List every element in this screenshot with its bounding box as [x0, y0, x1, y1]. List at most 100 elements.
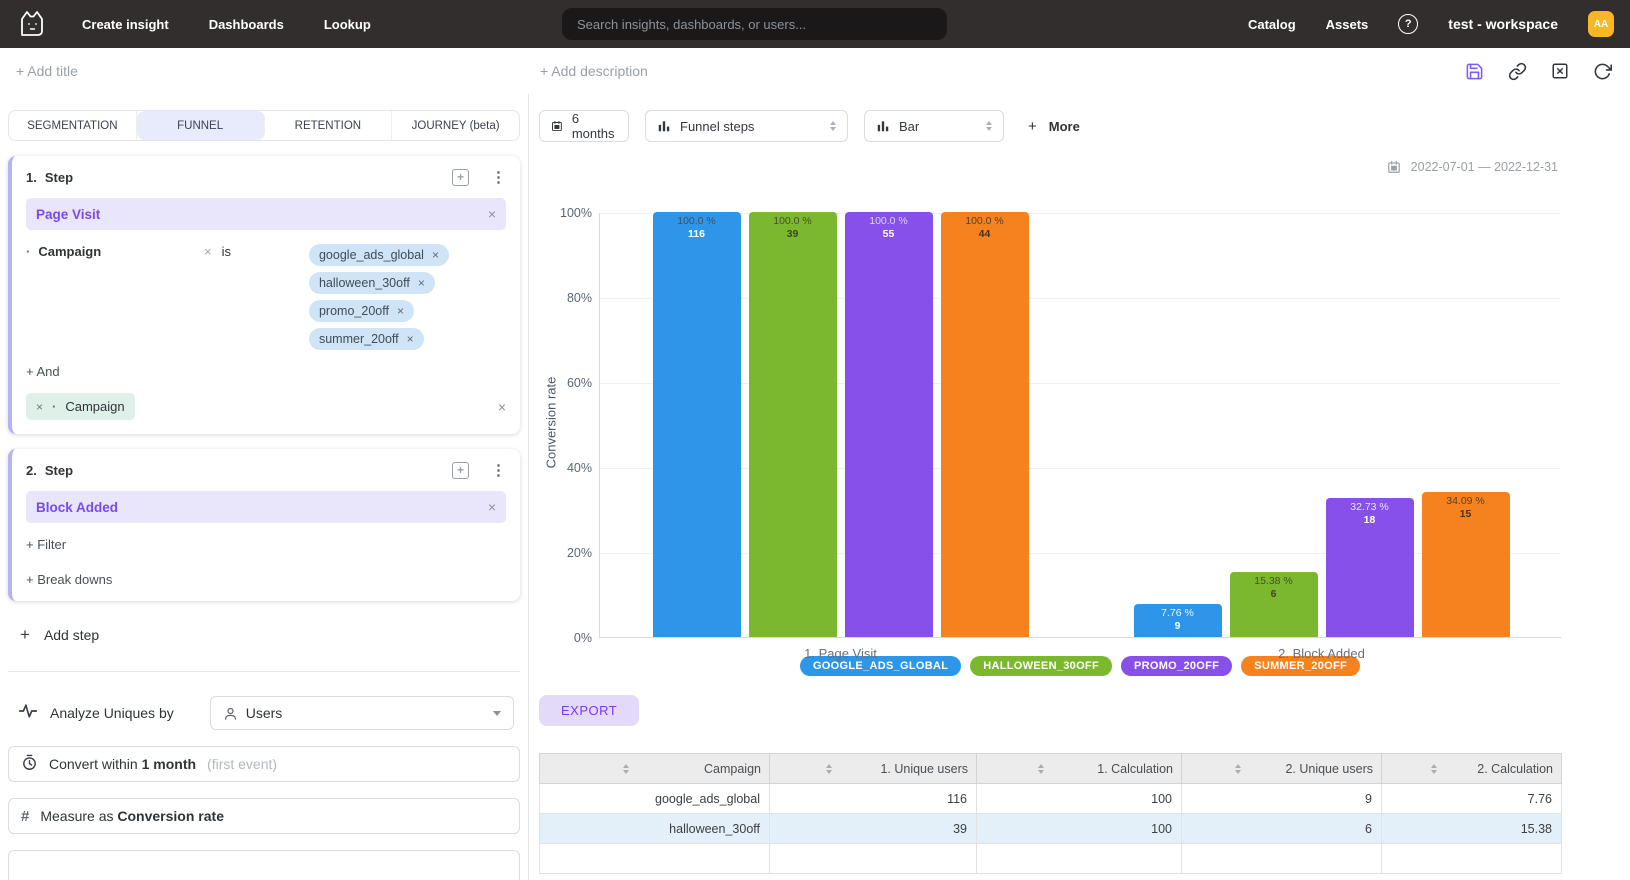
table-cell: 100 — [977, 814, 1182, 844]
bar-promo-20off-1-page-visit[interactable]: 100.0 %55 — [845, 212, 933, 637]
table-cell — [1382, 844, 1562, 874]
remove-chip-icon[interactable]: × — [407, 332, 414, 346]
add-filter-button[interactable]: + Filter — [26, 537, 506, 552]
analyze-by-dropdown[interactable]: Users — [210, 696, 514, 730]
add-step-button[interactable]: + Add step — [20, 625, 520, 645]
breakdown-chip-campaign[interactable]: × · Campaign — [26, 393, 135, 420]
sort-icon[interactable] — [1431, 764, 1437, 774]
column-header-2-calculation[interactable]: 2. Calculation — [1382, 754, 1562, 784]
filter-chip-google-ads-global[interactable]: google_ads_global× — [309, 244, 449, 266]
remove-chip-icon[interactable]: × — [418, 276, 425, 290]
refresh-icon[interactable] — [1593, 62, 1612, 81]
remove-event-icon[interactable]: × — [488, 206, 496, 222]
workspace-name[interactable]: test - workspace — [1448, 16, 1558, 32]
add-description-button[interactable]: + Add description — [540, 63, 648, 79]
column-header-1-unique-users[interactable]: 1. Unique users — [770, 754, 977, 784]
chart-main-area: 6 months Funnel steps Bar + More — [529, 94, 1630, 880]
top-navigation-bar: Create insight Dashboards Lookup Catalog… — [0, 0, 1630, 48]
add-breakdowns-button[interactable]: + Break downs — [26, 572, 506, 587]
plus-icon: + — [1028, 118, 1037, 135]
chip-label: summer_20off — [319, 332, 399, 346]
table-cell — [1182, 844, 1382, 874]
bar-google-ads-global-2-block-added[interactable]: 7.76 %9 — [1134, 604, 1222, 637]
measure-as-row[interactable]: # Measure as Conversion rate — [8, 798, 520, 834]
add-and-filter-button[interactable]: + And — [26, 364, 506, 379]
chart-type-select[interactable]: Bar — [864, 110, 1004, 142]
tab-segmentation[interactable]: SEGMENTATION — [9, 111, 137, 140]
table-cell: 100 — [977, 784, 1182, 814]
bar-group-2-block-added: 7.76 %915.38 %632.73 %1834.09 %15 — [1081, 212, 1562, 637]
table-row-google-ads-global[interactable]: google_ads_global11610097.76 — [540, 784, 1562, 814]
event-row-page-visit[interactable]: Page Visit × — [26, 198, 506, 230]
user-avatar[interactable]: AA — [1588, 11, 1614, 37]
nav-dashboards[interactable]: Dashboards — [209, 17, 284, 32]
more-options-button[interactable]: + More — [1028, 118, 1080, 135]
date-range-button[interactable]: 6 months — [539, 110, 629, 142]
column-header-campaign[interactable]: Campaign — [540, 754, 770, 784]
bar-halloween-30off-2-block-added[interactable]: 15.38 %6 — [1230, 572, 1318, 637]
convert-within-row[interactable]: Convert within 1 month (first event) — [8, 746, 520, 782]
add-event-icon[interactable]: + — [452, 462, 469, 479]
nav-assets[interactable]: Assets — [1326, 17, 1369, 32]
panel-divider — [8, 671, 520, 672]
sort-icon[interactable] — [623, 764, 629, 774]
close-square-icon[interactable] — [1551, 62, 1569, 80]
bar-halloween-30off-1-page-visit[interactable]: 100.0 %39 — [749, 212, 837, 637]
y-axis-tick: 0% — [546, 631, 592, 645]
remove-event-icon[interactable]: × — [488, 499, 496, 515]
bar-summer-20off-1-page-visit[interactable]: 100.0 %44 — [941, 212, 1029, 637]
bar-count-label: 15 — [1422, 508, 1510, 521]
event-name: Block Added — [36, 500, 118, 515]
filter-chip-summer-20off[interactable]: summer_20off × — [309, 328, 424, 350]
filter-operator[interactable]: is — [222, 244, 231, 259]
bar-google-ads-global-1-page-visit[interactable]: 100.0 %116 — [653, 212, 741, 637]
y-axis-tick: 40% — [546, 461, 592, 475]
add-event-icon[interactable]: + — [452, 169, 469, 186]
view-mode-value: Funnel steps — [680, 119, 754, 134]
bar-summer-20off-2-block-added[interactable]: 34.09 %15 — [1422, 492, 1510, 637]
sort-icon[interactable] — [1235, 764, 1241, 774]
app-logo-cat-icon[interactable] — [16, 8, 48, 40]
column-header-1-calculation[interactable]: 1. Calculation — [977, 754, 1182, 784]
step-menu-icon[interactable]: ⋮ — [491, 168, 506, 186]
bar-promo-20off-2-block-added[interactable]: 32.73 %18 — [1326, 498, 1414, 637]
tab-funnel[interactable]: FUNNEL — [137, 111, 265, 140]
table-row-halloween-30off[interactable]: halloween_30off39100615.38 — [540, 814, 1562, 844]
x-axis-label-2-block-added: 2. Block Added — [1081, 646, 1562, 661]
remove-breakdown-icon[interactable]: × — [36, 400, 43, 414]
filter-chip-promo-20off[interactable]: promo_20off× — [309, 300, 414, 322]
y-axis-tick: 60% — [546, 376, 592, 390]
partial-settings-row[interactable] — [8, 850, 520, 880]
hash-icon: # — [21, 808, 29, 825]
global-search-input[interactable] — [562, 8, 947, 40]
sort-icon[interactable] — [826, 764, 832, 774]
chart-controls: 6 months Funnel steps Bar + More — [539, 110, 1630, 142]
tab-journey-beta[interactable]: JOURNEY (beta) — [392, 111, 519, 140]
filter-chip-halloween-30off[interactable]: halloween_30off× — [309, 272, 435, 294]
sort-icon[interactable] — [1038, 764, 1044, 774]
remove-chip-icon[interactable]: × — [432, 248, 439, 262]
filter-bullet: · — [26, 244, 30, 259]
tab-retention[interactable]: RETENTION — [265, 111, 393, 140]
remove-breakdown-row-icon[interactable]: × — [498, 399, 506, 415]
table-cell — [540, 844, 770, 874]
table-cell: halloween_30off — [540, 814, 770, 844]
view-mode-select[interactable]: Funnel steps — [645, 110, 848, 142]
nav-create-insight[interactable]: Create insight — [82, 17, 169, 32]
column-header-2-unique-users[interactable]: 2. Unique users — [1182, 754, 1382, 784]
filter-value-chips: google_ads_global× halloween_30off× promo_… — [309, 244, 449, 350]
event-row-block-added[interactable]: Block Added × — [26, 491, 506, 523]
copy-link-icon[interactable] — [1508, 62, 1527, 81]
save-icon[interactable] — [1465, 62, 1484, 81]
help-icon[interactable]: ? — [1398, 14, 1418, 34]
remove-chip-icon[interactable]: × — [397, 304, 404, 318]
table-cell — [977, 844, 1182, 874]
y-axis-tick: 100% — [546, 206, 592, 220]
nav-lookup[interactable]: Lookup — [324, 17, 371, 32]
export-button[interactable]: EXPORT — [539, 695, 639, 726]
step-menu-icon[interactable]: ⋮ — [491, 461, 506, 479]
nav-catalog[interactable]: Catalog — [1248, 17, 1296, 32]
add-title-button[interactable]: + Add title — [16, 63, 78, 79]
remove-filter-icon[interactable]: × — [204, 244, 212, 259]
filter-property[interactable]: Campaign — [38, 244, 101, 259]
